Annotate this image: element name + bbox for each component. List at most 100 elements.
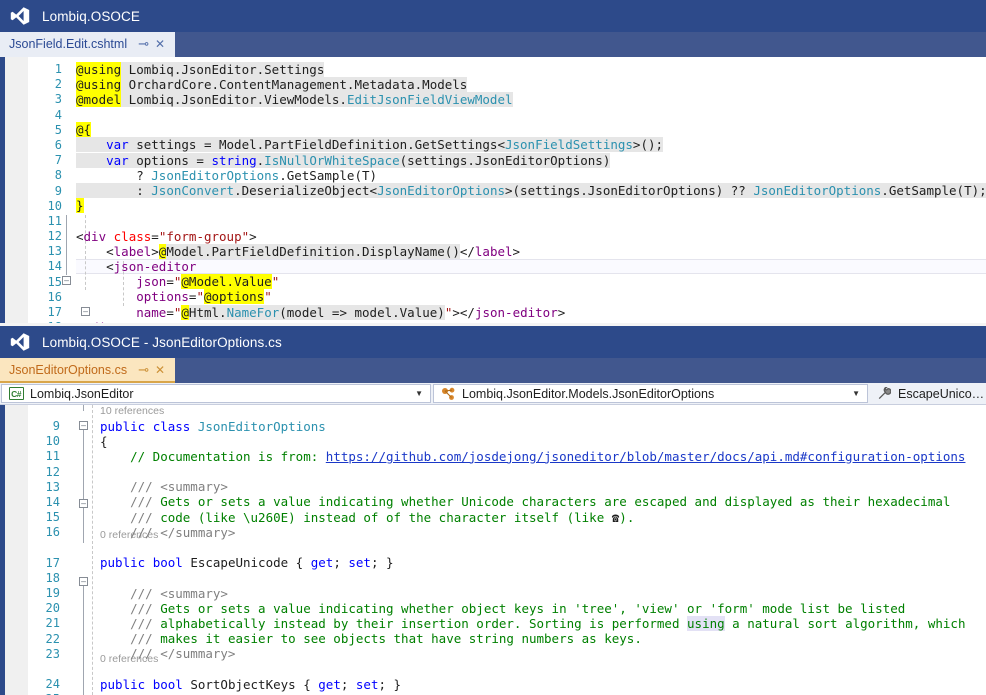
line-number: 19: [45, 586, 60, 601]
code-line: 20 /// Gets or sets a value indicating w…: [0, 601, 986, 616]
line-text: @{: [76, 122, 92, 138]
csharp-tabstrip: JsonEditorOptions.cs ⊸ ✕: [0, 358, 986, 383]
line-text: name="@Html.NameFor(model => model.Value…: [136, 304, 566, 320]
line-text: }: [76, 198, 84, 214]
code-line: 12: [0, 465, 986, 480]
line-text: public class JsonEditorOptions: [100, 418, 326, 434]
code-line: 12 <div class="form-group">: [0, 229, 986, 244]
line-text: @using OrchardCore.ContentManagement.Met…: [76, 76, 468, 92]
pin-icon[interactable]: ⊸: [135, 363, 152, 376]
csharp-window-title: Lombiq.OSOCE - JsonEditorOptions.cs: [42, 334, 282, 350]
project-dropdown[interactable]: C# Lombiq.JsonEditor ▼: [1, 384, 431, 403]
line-text: /// </summary>: [100, 646, 236, 662]
visual-studio-screenshot: Lombiq.OSOCE JsonField.Edit.cshtml ⊸ ✕ –…: [0, 0, 986, 695]
line-number: 1: [54, 62, 62, 76]
line-number: 6: [54, 137, 62, 152]
codelens-references[interactable]: 10 references: [100, 405, 164, 417]
csharp-navigation-bar: C# Lombiq.JsonEditor ▼ Lombiq.JsonEditor…: [0, 383, 986, 405]
line-number: 3: [54, 92, 62, 107]
code-line: 15 /// code (like \u260E) instead of of …: [0, 510, 986, 525]
line-text: /// <summary>: [100, 585, 228, 601]
line-number: 8: [54, 168, 62, 183]
line-text: /// </summary>: [100, 524, 236, 540]
tab-jsoneditoroptions-cs[interactable]: JsonEditorOptions.cs ⊸ ✕: [0, 358, 176, 383]
tab-jsonfield-edit-cshtml[interactable]: JsonField.Edit.cshtml ⊸ ✕: [0, 32, 176, 57]
code-line: 5 @{: [0, 122, 986, 138]
code-line: 14 <json-editor: [0, 259, 986, 274]
code-line: 13 /// <summary>: [0, 479, 986, 495]
code-line: 21 /// alphabetically instead by their i…: [0, 615, 986, 631]
code-line: 23 /// </summary>: [0, 646, 986, 662]
line-text: public bool EscapeUnicode { get; set; }: [100, 555, 394, 571]
line-number: 5: [54, 122, 62, 137]
type-dropdown-value: Lombiq.JsonEditor.Models.JsonEditorOptio…: [462, 386, 715, 401]
member-dropdown-value: EscapeUnicode: [898, 386, 985, 401]
line-number: 11: [47, 213, 62, 228]
line-text: <json-editor: [76, 258, 197, 274]
line-number: 17: [45, 555, 60, 570]
code-line: 17 public bool EscapeUnicode { get; set; …: [0, 541, 986, 571]
line-number: 22: [45, 631, 60, 646]
line-number: 14: [47, 259, 62, 274]
property-wrench-icon: [874, 386, 894, 401]
line-text: /// alphabetically instead by their inse…: [100, 615, 966, 631]
visual-studio-logo-icon: [10, 7, 30, 25]
documentation-link[interactable]: https://github.com/josdejong/jsoneditor/…: [326, 449, 966, 464]
type-dropdown[interactable]: Lombiq.JsonEditor.Models.JsonEditorOptio…: [433, 384, 868, 403]
member-dropdown[interactable]: EscapeUnicode: [870, 384, 985, 403]
code-line: 18: [0, 571, 986, 586]
pin-icon[interactable]: ⊸: [135, 37, 152, 50]
code-line: 16 options="@options": [0, 289, 986, 305]
razor-window-title: Lombiq.OSOCE: [42, 8, 140, 24]
line-text: // Documentation is from: https://github…: [100, 448, 966, 464]
close-icon[interactable]: ✕: [152, 364, 168, 376]
code-line: 16 /// </summary>: [0, 525, 986, 540]
line-number: 15: [45, 510, 60, 525]
tab-label: JsonField.Edit.cshtml: [9, 36, 128, 51]
line-number: 4: [54, 107, 62, 122]
code-line: 6 var settings = Model.PartFieldDefiniti…: [0, 137, 986, 153]
chevron-down-icon[interactable]: ▼: [408, 389, 430, 398]
line-text: /// Gets or sets a value indicating whet…: [100, 600, 906, 616]
code-line: 1 @using Lombiq.JsonEditor.Settings: [0, 61, 986, 77]
visual-studio-logo-icon: [10, 333, 30, 351]
code-line: 19 /// <summary>: [0, 586, 986, 601]
csharp-window: Lombiq.OSOCE - JsonEditorOptions.cs Json…: [0, 326, 986, 695]
line-text: /// makes it easier to see objects that …: [100, 631, 642, 647]
chevron-down-icon[interactable]: ▼: [845, 389, 867, 398]
line-text: /// code (like \u260E) instead of of the…: [100, 509, 635, 525]
line-text: : JsonConvert.DeserializeObject<JsonEdit…: [76, 183, 986, 198]
line-number: 21: [45, 616, 60, 631]
razor-editor[interactable]: – – 1 @using Lombiq.JsonEditor.Settings 2…: [0, 57, 986, 323]
line-number: 11: [45, 449, 60, 464]
code-line: 8 ? JsonEditorOptions.GetSample(T): [0, 168, 986, 183]
code-line: 9 public class JsonEditorOptions: [0, 419, 986, 434]
line-number: 18: [45, 570, 60, 585]
tab-label: JsonEditorOptions.cs: [9, 362, 128, 377]
line-number: 7: [54, 153, 62, 168]
line-number: 9: [54, 183, 62, 198]
line-text: <label>@Model.PartFieldDefinition.Displa…: [76, 243, 521, 259]
line-number: 17: [47, 305, 62, 319]
line-text: var settings = Model.PartFieldDefinition…: [76, 137, 664, 153]
line-number: 12: [45, 464, 60, 479]
line-text: <div class="form-group">: [76, 228, 257, 244]
code-line: 13 <label>@Model.PartFieldDefinition.Dis…: [0, 243, 986, 259]
line-text: options="@options": [136, 289, 272, 305]
csharp-project-icon: C#: [6, 387, 26, 400]
line-number: 16: [45, 525, 60, 540]
razor-code-lines: 1 @using Lombiq.JsonEditor.Settings 2 @usi…: [0, 61, 986, 323]
line-text: @using Lombiq.JsonEditor.Settings: [76, 61, 325, 77]
csharp-editor[interactable]: – – – 10 references 0 references 0 refer…: [0, 405, 986, 695]
line-number: 16: [47, 289, 62, 304]
line-number: 15: [47, 274, 62, 289]
close-icon[interactable]: ✕: [152, 38, 168, 50]
class-icon: [438, 387, 458, 401]
code-line: 3 @model Lombiq.JsonEditor.ViewModels.Edi…: [0, 91, 986, 107]
line-text: /// Gets or sets a value indicating whet…: [100, 494, 951, 510]
line-number: 23: [45, 646, 60, 661]
line-text: ? JsonEditorOptions.GetSample(T): [76, 167, 378, 183]
line-number: 13: [45, 479, 60, 494]
outline-vline: [83, 405, 84, 411]
code-line: 24 public bool SortObjectKeys { get; set;…: [0, 662, 986, 692]
